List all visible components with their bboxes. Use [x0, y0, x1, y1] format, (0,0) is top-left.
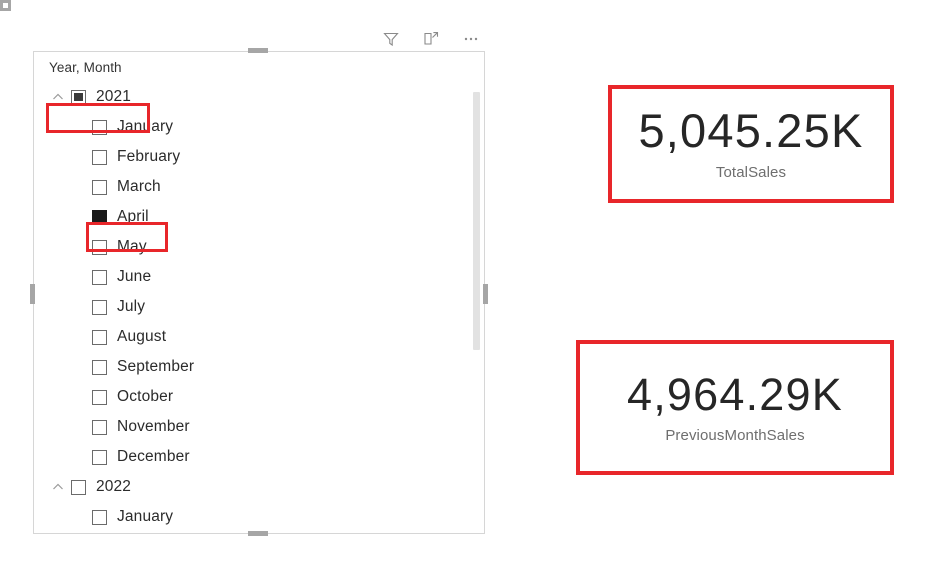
slicer-row-label: January: [117, 508, 174, 525]
slicer-row-label: July: [117, 298, 146, 315]
card-previous-month-sales[interactable]: 4,964.29K PreviousMonthSales: [576, 340, 894, 475]
checkbox-may-5[interactable]: [92, 239, 107, 255]
slicer-row-september-9[interactable]: September: [34, 352, 484, 382]
checkbox-2022-13[interactable]: [71, 479, 86, 495]
checkbox-june-6[interactable]: [92, 269, 107, 285]
slicer-row-2022-13[interactable]: 2022: [34, 472, 484, 502]
more-options-icon[interactable]: [460, 28, 482, 50]
card-value: 5,045.25K: [638, 104, 864, 157]
slicer-item-list[interactable]: 2021 January February March April May June July…: [34, 82, 484, 533]
slicer-row-label: April: [117, 208, 149, 225]
slicer-row-october-10[interactable]: October: [34, 382, 484, 412]
checkbox-march-3[interactable]: [92, 179, 107, 195]
slicer-row-march-3[interactable]: March: [34, 172, 484, 202]
checkbox-january-1[interactable]: [92, 119, 107, 135]
slicer-row-label: June: [117, 268, 152, 285]
slicer-row-label: October: [117, 388, 174, 405]
filter-icon[interactable]: [380, 28, 402, 50]
resize-handle-top[interactable]: [248, 48, 268, 53]
slicer-row-june-6[interactable]: June: [34, 262, 484, 292]
slicer-scrollbar-thumb[interactable]: [473, 92, 480, 350]
slicer-row-label: May: [117, 238, 147, 255]
focus-mode-icon[interactable]: [420, 28, 442, 50]
resize-handle-bottom-right[interactable]: [0, 33, 11, 44]
card-total-sales[interactable]: 5,045.25K TotalSales: [608, 85, 894, 203]
card-label: TotalSales: [715, 164, 787, 181]
resize-handle-bottom[interactable]: [248, 531, 268, 536]
chevron-up-icon[interactable]: [49, 88, 67, 106]
card-value: 4,964.29K: [627, 368, 843, 420]
slicer-row-label: 2021: [96, 88, 132, 105]
slicer-row-label: January: [117, 118, 174, 135]
slicer-row-2021-0[interactable]: 2021: [34, 82, 484, 112]
checkbox-july-7[interactable]: [92, 299, 107, 315]
slicer-row-july-7[interactable]: July: [34, 292, 484, 322]
slicer-row-label: March: [117, 178, 161, 195]
checkbox-january-14[interactable]: [92, 509, 107, 525]
slicer-row-november-11[interactable]: November: [34, 412, 484, 442]
slicer-title: Year, Month: [49, 60, 122, 75]
slicer-row-label: 2022: [96, 478, 132, 495]
slicer-header-icon-bar: [380, 26, 490, 52]
resize-handle-right[interactable]: [483, 284, 488, 304]
slicer-row-december-12[interactable]: December: [34, 442, 484, 472]
resize-handle-left[interactable]: [30, 284, 35, 304]
slicer-row-january-1[interactable]: January: [34, 112, 484, 142]
slicer-scrollbar[interactable]: [472, 92, 481, 527]
resize-handle-bottom-left[interactable]: [0, 22, 11, 33]
slicer-row-label: September: [117, 358, 195, 375]
slicer-row-label: December: [117, 448, 190, 465]
slicer-row-january-14[interactable]: January: [34, 502, 484, 532]
slicer-row-february-2[interactable]: February: [34, 142, 484, 172]
slicer-row-april-4[interactable]: April: [34, 202, 484, 232]
checkbox-february-2[interactable]: [92, 149, 107, 165]
chevron-up-icon[interactable]: [49, 478, 67, 496]
year-month-slicer[interactable]: Year, Month 2021 January February March Apri…: [33, 51, 485, 534]
slicer-row-label: August: [117, 328, 167, 345]
card-label: PreviousMonthSales: [665, 426, 805, 444]
checkbox-april-4[interactable]: [92, 209, 107, 225]
checkbox-december-12[interactable]: [92, 449, 107, 465]
checkbox-november-11[interactable]: [92, 419, 107, 435]
checkbox-september-9[interactable]: [92, 359, 107, 375]
slicer-row-label: February: [117, 148, 181, 165]
slicer-row-label: November: [117, 418, 190, 435]
slicer-row-august-8[interactable]: August: [34, 322, 484, 352]
checkbox-2021-0[interactable]: [71, 89, 86, 105]
checkbox-october-10[interactable]: [92, 389, 107, 405]
checkbox-august-8[interactable]: [92, 329, 107, 345]
resize-handle-top-right[interactable]: [0, 11, 11, 22]
slicer-row-may-5[interactable]: May: [34, 232, 484, 262]
